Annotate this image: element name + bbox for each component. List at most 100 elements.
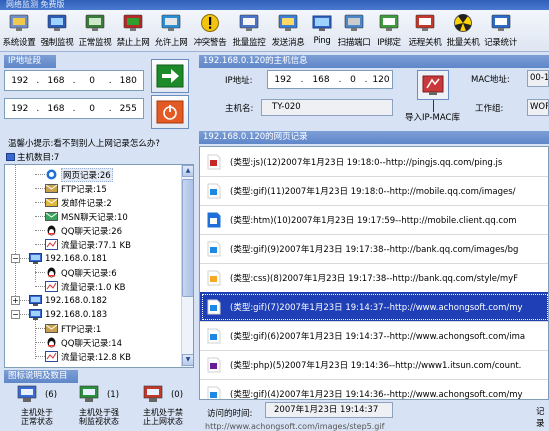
tree-record-node[interactable]: FTP记录:1: [45, 322, 101, 335]
legend-item-3: (0) 主机处于禁 止上网状态: [134, 384, 192, 426]
toolbar-label: 强制监视: [40, 38, 74, 48]
legend-label-line2: 制监视状态: [79, 417, 119, 426]
toolbar-label: 系统设置: [2, 38, 36, 48]
record-row[interactable]: (类型:gif)(4)2007年1月23日 19:14:36--http://w…: [200, 379, 548, 399]
scroll-down-icon[interactable]: ▼: [182, 354, 193, 366]
toolbar-button-12[interactable]: 远程关机: [406, 10, 444, 52]
tree-node-label: 发邮件记录:2: [61, 198, 112, 209]
tree-connector: [35, 356, 45, 357]
monitored-host-icon: [79, 384, 99, 406]
tree-record-node[interactable]: FTP记录:15: [45, 182, 107, 195]
toolbar-label: 扫描端口: [337, 38, 371, 48]
record-text: (类型:php)(5)2007年1月23日 19:14:36--http://w…: [230, 360, 522, 371]
toolbar-button-6[interactable]: 冲突警告: [190, 10, 230, 52]
ip-range-title: IP地址段: [4, 55, 56, 68]
toolbar-button-7[interactable]: 批量监控: [230, 10, 268, 52]
tree-node-label: 流量记录:1.0 KB: [61, 282, 126, 293]
record-text: (类型:gif)(11)2007年1月23日 19:18:0--http://m…: [230, 186, 516, 197]
record-row[interactable]: (类型:gif)(11)2007年1月23日 19:18:0--http://m…: [200, 176, 548, 206]
records-list[interactable]: (类型:js)(12)2007年1月23日 19:18:0--http://pi…: [199, 146, 549, 400]
tree-record-node[interactable]: 发邮件记录:2: [45, 196, 112, 209]
tree-connector: [35, 174, 45, 175]
import-ipmac-label[interactable]: 导入IP-MAC库: [405, 111, 460, 123]
tree-record-node[interactable]: MSN聊天记录:10: [45, 210, 128, 223]
expand-icon[interactable]: +: [11, 296, 20, 305]
tree-scroll-thumb[interactable]: [182, 179, 193, 297]
toolbar-label: 发送消息: [271, 38, 305, 48]
record-text: (类型:js)(12)2007年1月23日 19:18:0--http://pi…: [230, 157, 503, 168]
tree-node-label: QQ聊天记录:26: [61, 226, 123, 237]
legend-label-line1: 主机处于禁: [143, 408, 183, 417]
php-file-icon: [206, 357, 222, 373]
normal-monitor-icon: [85, 13, 105, 33]
ip-end-input[interactable]: 192. 168. 0. 255: [4, 98, 144, 119]
record-row[interactable]: (类型:htm)(10)2007年1月23日 19:17:59--http://…: [200, 205, 548, 235]
toolbar-button-1[interactable]: 系统设置: [0, 10, 38, 52]
scroll-up-icon[interactable]: ▲: [182, 165, 193, 177]
remote-shutdown-icon: [415, 13, 435, 33]
record-row[interactable]: (类型:gif)(6)2007年1月23日 19:14:37--http://w…: [200, 321, 548, 351]
system-settings-icon: [9, 13, 29, 33]
tree-host-node[interactable]: 192.168.0.182: [29, 294, 107, 307]
collapse-icon[interactable]: −: [11, 310, 20, 319]
legend-count: (0): [170, 389, 184, 400]
htm-file-icon: [206, 212, 222, 228]
legend-count: (1): [106, 389, 120, 400]
record-row[interactable]: (类型:js)(12)2007年1月23日 19:18:0--http://pi…: [200, 147, 548, 177]
ip-start-input[interactable]: 192. 168. 0. 180: [4, 70, 144, 91]
hint-text[interactable]: 温馨小提示:看不到别人上网记录怎么办?: [8, 137, 160, 149]
arrow-right-icon: [156, 64, 184, 88]
tree-node-label: MSN聊天记录:10: [61, 212, 128, 223]
tree-node-label: 192.168.0.181: [45, 253, 108, 264]
url-field-partial: http://www.achongsoft.com/images/step5.g…: [205, 423, 385, 431]
ftp-icon: [45, 323, 58, 334]
tree-record-node[interactable]: 流量记录:12.8 KB: [45, 350, 131, 363]
js-file-icon: [206, 154, 222, 170]
record-row[interactable]: (类型:gif)(7)2007年1月23日 19:14:37--http://w…: [200, 292, 548, 322]
workgroup-field: WORK: [527, 99, 549, 116]
record-row[interactable]: (类型:css)(8)2007年1月23日 19:17:38--http://b…: [200, 263, 548, 293]
tree-connector: [35, 328, 45, 329]
tree-record-node[interactable]: 流量记录:77.1 KB: [45, 238, 131, 251]
stop-scan-button[interactable]: [151, 95, 189, 129]
import-ipmac-button[interactable]: [417, 70, 449, 100]
toolbar-label: 正常监视: [78, 38, 112, 48]
tree-connector: [35, 188, 45, 189]
toolbar-button-3[interactable]: 正常监视: [76, 10, 114, 52]
tree-record-node[interactable]: QQ聊天记录:6: [45, 266, 117, 279]
gif-file-icon: [206, 328, 222, 344]
record-row[interactable]: (类型:gif)(9)2007年1月23日 19:17:38--http://b…: [200, 234, 548, 264]
tree-record-node[interactable]: 流量记录:1.0 KB: [45, 280, 126, 293]
collapse-icon[interactable]: −: [11, 254, 20, 263]
tree-record-node[interactable]: QQ聊天记录:14: [45, 336, 122, 349]
tree-guide-line: [35, 315, 36, 359]
visit-time-label: 访问的时间:: [207, 409, 253, 419]
toolbar-button-10[interactable]: 扫描端口: [336, 10, 372, 52]
gif-file-icon: [206, 299, 222, 315]
ping-icon: [312, 13, 332, 33]
tree-connector: [35, 342, 45, 343]
tree-record-node[interactable]: 网页记录:26: [45, 167, 113, 182]
toolbar-button-8[interactable]: 发送消息: [268, 10, 308, 52]
tree-host-node[interactable]: 192.168.0.181: [29, 252, 107, 265]
record-row[interactable]: (类型:php)(5)2007年1月23日 19:14:36--http://w…: [200, 350, 548, 380]
host-root-icon: [6, 153, 15, 161]
visit-time-field: 2007年1月23日 19:14:37: [265, 402, 393, 418]
toolbar-button-4[interactable]: 禁止上网: [114, 10, 152, 52]
toolbar-button-2[interactable]: 强制监视: [38, 10, 76, 52]
toolbar-button-14[interactable]: 记录统计: [482, 10, 519, 52]
records-title: 192.168.0.120的网页记录: [199, 131, 549, 144]
mac-field: 00-1: [527, 70, 549, 87]
toolbar-button-13[interactable]: 批量关机: [444, 10, 482, 52]
legend-label-line1: 主机处于: [21, 408, 53, 417]
host-icon: [29, 295, 42, 306]
toolbar-button-9[interactable]: Ping: [308, 10, 336, 52]
start-scan-button[interactable]: [151, 59, 189, 93]
tree-host-node[interactable]: 192.168.0.183: [29, 308, 107, 321]
toolbar-button-5[interactable]: 允许上网: [152, 10, 190, 52]
tree-scrollbar[interactable]: ▲ ▼: [181, 165, 193, 367]
tree-record-node[interactable]: QQ聊天记录:26: [45, 224, 122, 237]
legend-item-2: (1) 主机处于强 制监视状态: [70, 384, 128, 426]
host-tree[interactable]: ▲ ▼ 网页记录:26 FTP记录:15 发邮件记录:2 MSN聊天记录:10 QQ聊天…: [4, 164, 194, 368]
toolbar-button-11[interactable]: IP绑定: [372, 10, 406, 52]
